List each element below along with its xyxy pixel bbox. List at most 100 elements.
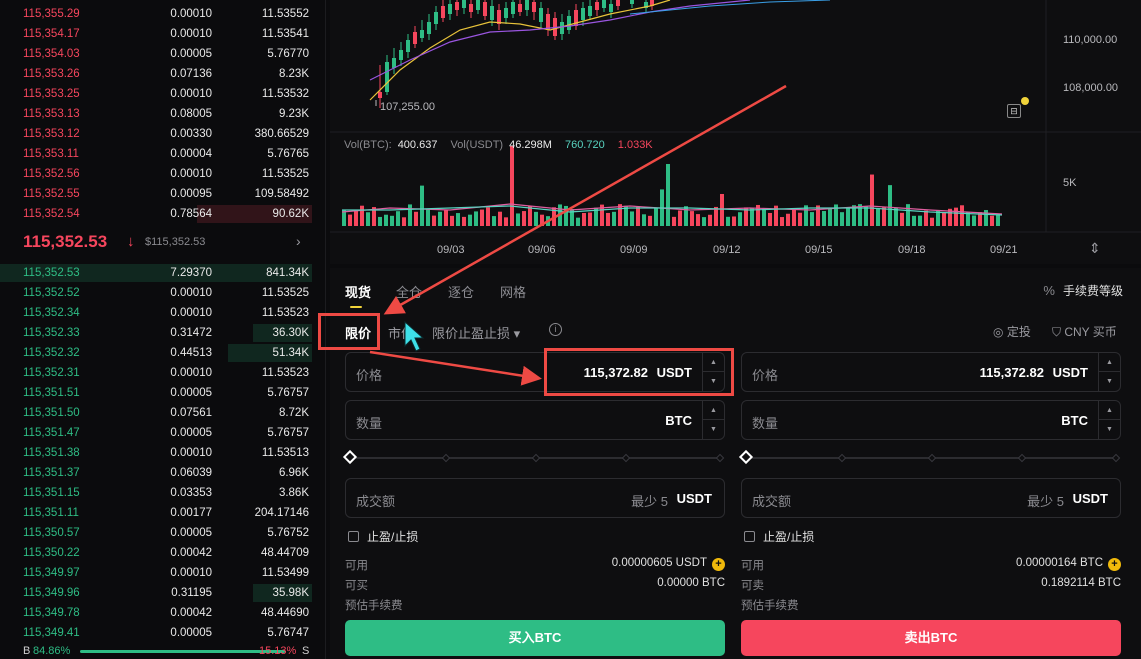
bid-row[interactable]: 115,351.37 0.06039 6.96K bbox=[0, 463, 326, 483]
step-up-icon[interactable]: ▲ bbox=[1099, 401, 1120, 420]
recurring-buy-link[interactable]: ◎ 定投 bbox=[993, 323, 1031, 340]
slider-knob[interactable] bbox=[738, 449, 754, 465]
bid-row[interactable]: 115,352.34 0.00010 11.53523 bbox=[0, 303, 326, 323]
step-up-icon[interactable]: ▲ bbox=[703, 401, 724, 420]
bid-row[interactable]: 115,351.15 0.03353 3.86K bbox=[0, 483, 326, 503]
bid-price: 115,352.34 bbox=[23, 307, 80, 319]
buy-quantity-field[interactable]: 数量 BTC ▲ ▼ bbox=[345, 400, 725, 440]
bid-price: 115,351.37 bbox=[23, 467, 80, 479]
info-icon[interactable]: i bbox=[549, 323, 562, 336]
bid-row[interactable]: 115,351.38 0.00010 11.53513 bbox=[0, 443, 326, 463]
buy-quantity-stepper[interactable]: ▲ ▼ bbox=[702, 401, 724, 439]
sell-button[interactable]: 卖出BTC bbox=[741, 620, 1121, 656]
volume-bar bbox=[348, 214, 352, 226]
bid-row[interactable]: 115,351.11 0.00177 204.17146 bbox=[0, 503, 326, 523]
bid-row[interactable]: 115,349.96 0.31195 35.98K bbox=[0, 583, 326, 603]
sell-fee-row: 预估手续费 bbox=[741, 597, 1121, 613]
step-down-icon[interactable]: ▼ bbox=[703, 420, 724, 439]
tab-cross[interactable]: 全仓 bbox=[396, 282, 422, 301]
bid-row[interactable]: 115,351.51 0.00005 5.76757 bbox=[0, 383, 326, 403]
add-funds-icon[interactable]: + bbox=[1108, 558, 1121, 571]
buy-available-value: 0.00000605 USDT bbox=[611, 557, 707, 569]
ask-row[interactable]: 115,353.26 0.07136 8.23K bbox=[0, 64, 326, 84]
order-type-stop-limit[interactable]: 限价止盈止损 ▾ bbox=[432, 323, 520, 342]
last-price-row[interactable]: 115,352.53 ↓ $115,352.53 › bbox=[0, 225, 326, 261]
volume-bar bbox=[648, 215, 652, 226]
buy-tpsl-checkbox[interactable]: 止盈/止损 bbox=[348, 528, 418, 545]
ask-total: 11.53525 bbox=[261, 168, 309, 180]
sell-amount-slider[interactable] bbox=[738, 449, 1121, 465]
cny-buy-link[interactable]: ⛉ CNY 买币 bbox=[1052, 323, 1117, 340]
volume-bar bbox=[468, 214, 472, 226]
candle-body bbox=[539, 8, 543, 22]
step-down-icon[interactable]: ▼ bbox=[1099, 420, 1120, 439]
sell-quantity-stepper[interactable]: ▲ ▼ bbox=[1098, 401, 1120, 439]
volume-bar bbox=[588, 212, 592, 226]
ask-row[interactable]: 115,354.03 0.00005 5.76770 bbox=[0, 44, 326, 64]
ask-row[interactable]: 115,353.13 0.08005 9.23K bbox=[0, 104, 326, 124]
volume-bar bbox=[528, 206, 532, 226]
bid-price: 115,350.57 bbox=[23, 527, 80, 539]
bid-amount: 0.00010 bbox=[170, 307, 212, 319]
candle-body bbox=[490, 6, 494, 20]
bid-row[interactable]: 115,349.41 0.00005 5.76747 bbox=[0, 623, 326, 643]
bid-row[interactable]: 115,351.47 0.00005 5.76757 bbox=[0, 423, 326, 443]
volume-bar bbox=[966, 212, 970, 226]
step-up-icon[interactable]: ▲ bbox=[1099, 353, 1120, 372]
candle-body bbox=[420, 30, 424, 38]
bid-row[interactable]: 115,349.78 0.00042 48.44690 bbox=[0, 603, 326, 623]
sell-price-value[interactable]: 115,372.82 bbox=[980, 365, 1044, 380]
checkbox-icon[interactable] bbox=[744, 531, 755, 542]
ask-row[interactable]: 115,352.54 0.78564 90.62K bbox=[0, 204, 326, 224]
bid-total: 11.53513 bbox=[261, 447, 309, 459]
order-type-market[interactable]: 市价 bbox=[388, 323, 414, 342]
bid-row[interactable]: 115,350.22 0.00042 48.44709 bbox=[0, 543, 326, 563]
bid-row[interactable]: 115,352.53 7.29370 841.34K bbox=[0, 263, 326, 283]
ma-line-purple bbox=[369, 0, 751, 81]
indicator-widget-icon[interactable]: ⊟ bbox=[1007, 104, 1021, 118]
bid-total: 48.44690 bbox=[261, 607, 309, 619]
buy-sell-ratio-bar: B 84.86% 15.13% S bbox=[0, 643, 326, 659]
ask-row[interactable]: 115,354.17 0.00010 11.53541 bbox=[0, 24, 326, 44]
sell-price-field[interactable]: 价格 115,372.82 USDT ▲ ▼ bbox=[741, 352, 1121, 392]
kline-chart[interactable]: 107,255.00 110,000.00 108,000.00 5K 09/03 09/… bbox=[330, 0, 1141, 264]
checkbox-icon[interactable] bbox=[348, 531, 359, 542]
bid-total: 5.76747 bbox=[267, 627, 309, 639]
kline-canvas[interactable]: 107,255.00 110,000.00 108,000.00 5K 09/03 09/… bbox=[330, 0, 1141, 264]
step-down-icon[interactable]: ▼ bbox=[1099, 372, 1120, 391]
bid-row[interactable]: 115,352.52 0.00010 11.53525 bbox=[0, 283, 326, 303]
sell-tpsl-checkbox[interactable]: 止盈/止损 bbox=[744, 528, 814, 545]
buy-total-field[interactable]: 成交额 最少 5 USDT bbox=[345, 478, 725, 518]
bid-row[interactable]: 115,352.33 0.31472 36.30K bbox=[0, 323, 326, 343]
fit-axis-icon[interactable]: ⇕ bbox=[1089, 240, 1101, 257]
bid-total: 11.53525 bbox=[261, 287, 309, 299]
tab-grid[interactable]: 网格 bbox=[500, 282, 526, 301]
candle-body bbox=[581, 8, 585, 20]
sell-price-stepper[interactable]: ▲ ▼ bbox=[1098, 353, 1120, 391]
tab-spot[interactable]: 现货 bbox=[345, 282, 371, 301]
buy-amount-slider[interactable] bbox=[342, 449, 725, 465]
ask-row[interactable]: 115,355.29 0.00010 11.53552 bbox=[0, 4, 326, 24]
bid-row[interactable]: 115,349.97 0.00010 11.53499 bbox=[0, 563, 326, 583]
chevron-right-icon[interactable]: › bbox=[296, 233, 301, 249]
buy-button[interactable]: 买入BTC bbox=[345, 620, 725, 656]
ask-row[interactable]: 115,353.12 0.00330 380.66529 bbox=[0, 124, 326, 144]
ask-row[interactable]: 115,352.56 0.00010 11.53525 bbox=[0, 164, 326, 184]
bid-row[interactable]: 115,352.32 0.44513 51.34K bbox=[0, 343, 326, 363]
bid-row[interactable]: 115,352.31 0.00010 11.53523 bbox=[0, 363, 326, 383]
fee-level-link[interactable]: % 手续费等级 bbox=[1043, 282, 1123, 299]
slider-knob[interactable] bbox=[342, 449, 358, 465]
bid-row[interactable]: 115,350.57 0.00005 5.76752 bbox=[0, 523, 326, 543]
sell-quantity-field[interactable]: 数量 BTC ▲ ▼ bbox=[741, 400, 1121, 440]
add-funds-icon[interactable]: + bbox=[712, 558, 725, 571]
ask-price: 115,353.11 bbox=[23, 148, 79, 160]
ask-row[interactable]: 115,352.55 0.00095 109.58492 bbox=[0, 184, 326, 204]
sell-total-field[interactable]: 成交额 最少 5 USDT bbox=[741, 478, 1121, 518]
bid-row[interactable]: 115,351.50 0.07561 8.72K bbox=[0, 403, 326, 423]
volume-bar bbox=[474, 211, 478, 226]
tab-isolated[interactable]: 逐仓 bbox=[448, 282, 474, 301]
bid-total: 5.76757 bbox=[267, 387, 309, 399]
ask-row[interactable]: 115,353.11 0.00004 5.76765 bbox=[0, 144, 326, 164]
volume-bar bbox=[480, 209, 484, 226]
ask-row[interactable]: 115,353.25 0.00010 11.53532 bbox=[0, 84, 326, 104]
